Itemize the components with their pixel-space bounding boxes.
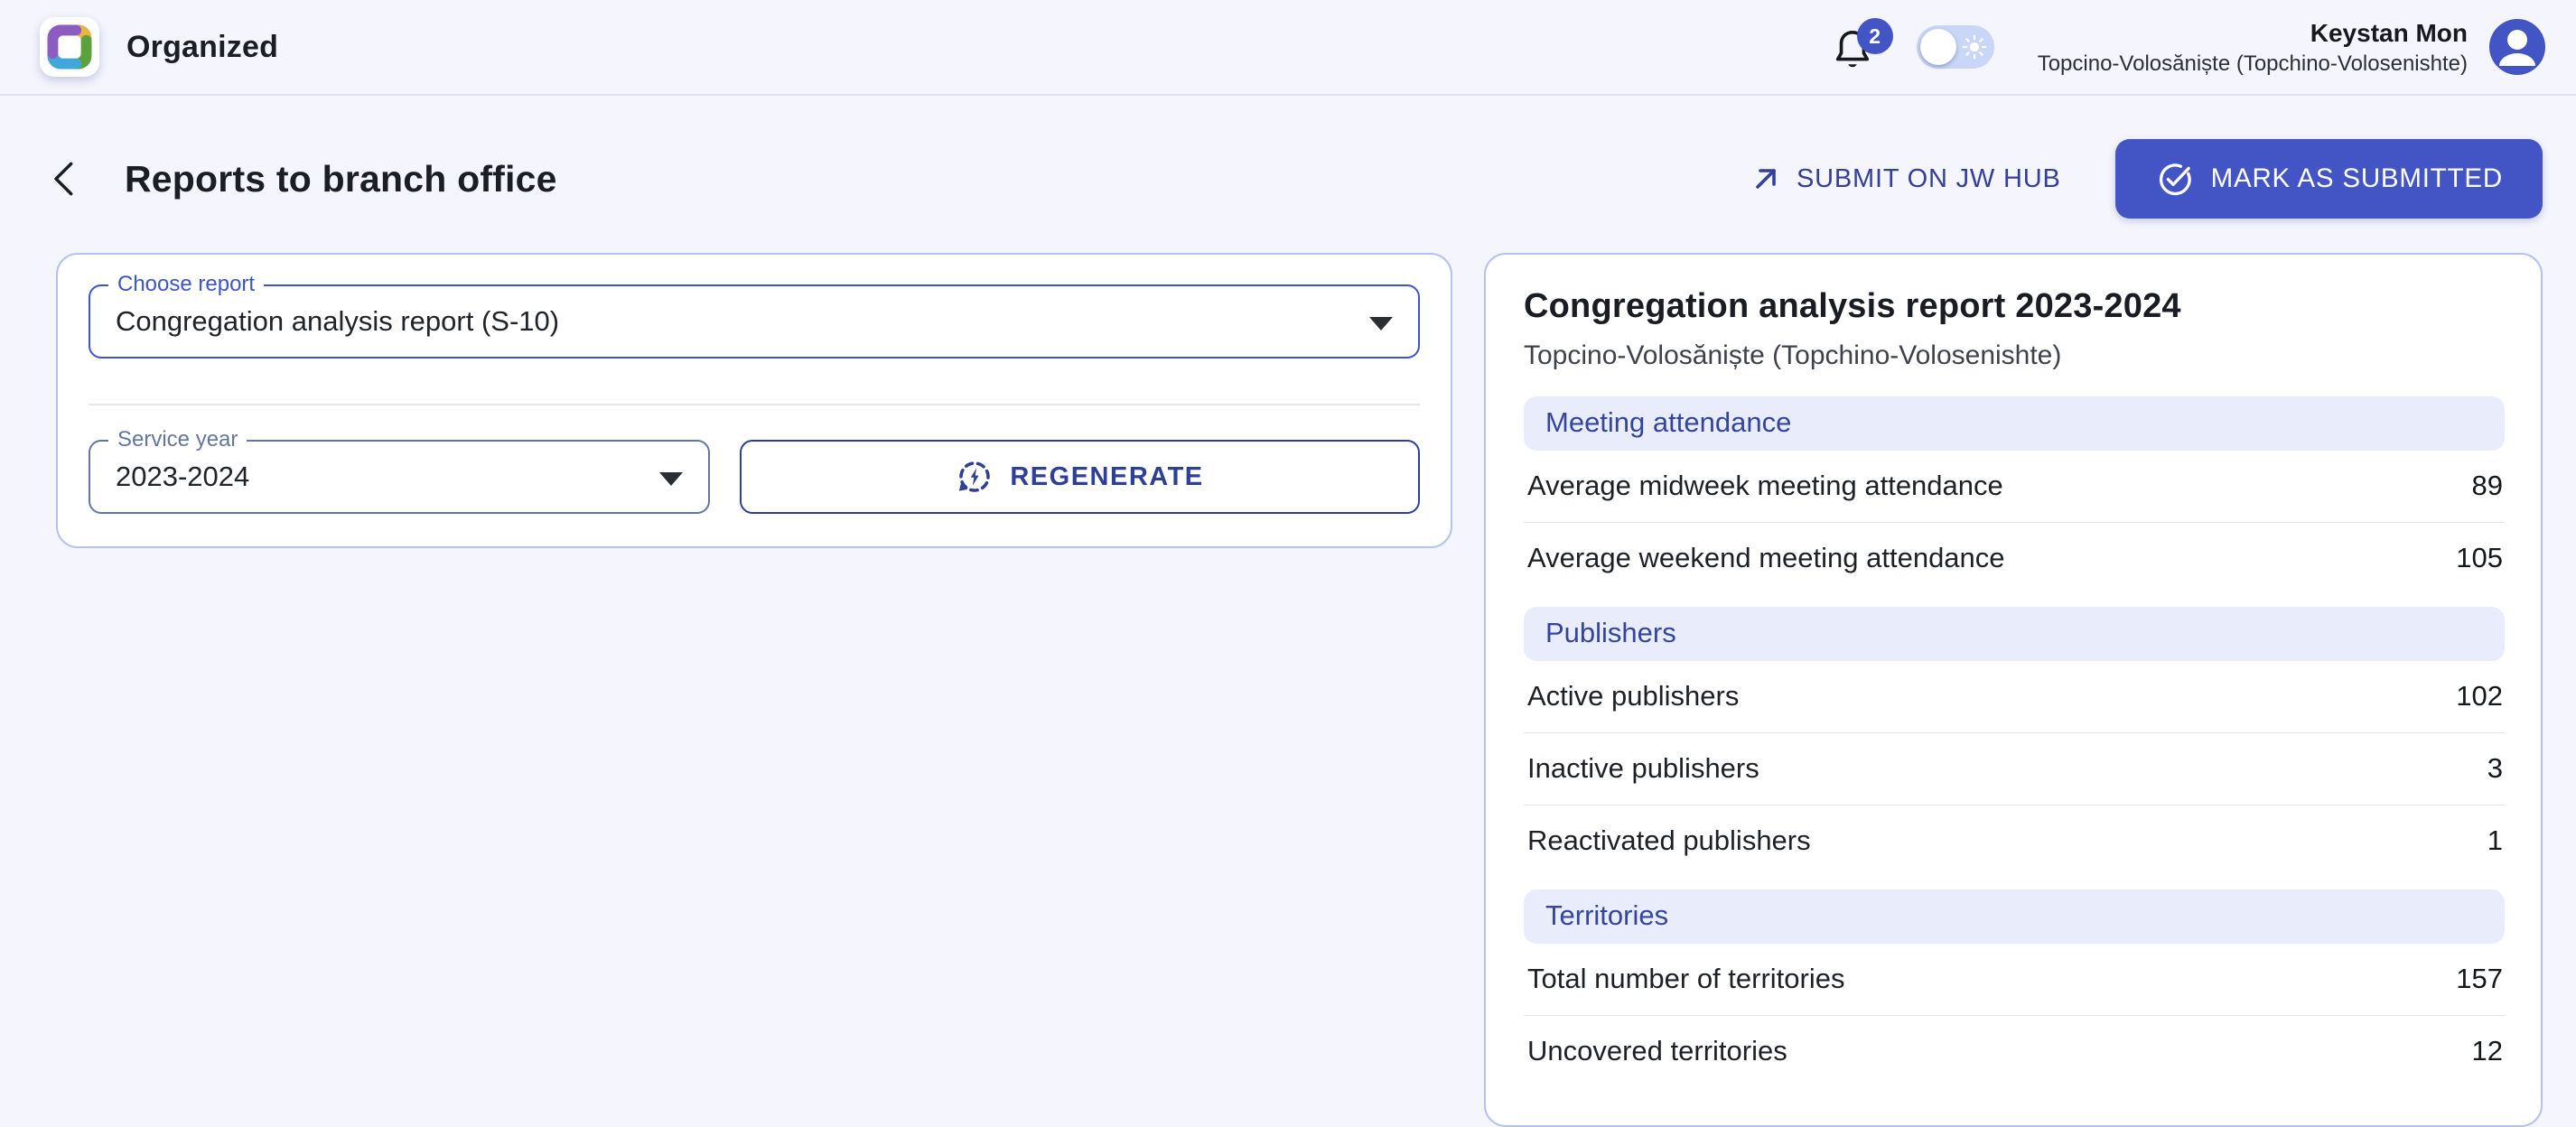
row-label: Average weekend meeting attendance (1527, 542, 2005, 574)
table-row: Uncovered territories 12 (1524, 1015, 2505, 1087)
regenerate-label: REGENERATE (1010, 462, 1203, 492)
chevron-down-icon (659, 472, 683, 486)
top-bar: Organized 2 Keystan Mon Topcino-Volosăni… (0, 0, 2576, 96)
app-logo[interactable] (40, 17, 99, 77)
avatar-button[interactable] (2489, 19, 2545, 75)
row-value: 89 (2472, 470, 2503, 502)
app-name: Organized (126, 30, 278, 65)
row-label: Uncovered territories (1527, 1035, 1787, 1067)
table-row: Total number of territories 157 (1524, 944, 2505, 1015)
row-label: Average midweek meeting attendance (1527, 470, 2003, 502)
service-year-label: Service year (108, 427, 247, 452)
check-circle-icon (2155, 160, 2193, 198)
notifications-button[interactable]: 2 (1832, 20, 1879, 74)
notification-badge: 2 (1857, 18, 1893, 54)
regenerate-icon (956, 458, 994, 496)
service-year-value: 2023-2024 (116, 461, 249, 493)
report-title: Congregation analysis report 2023-2024 (1524, 287, 2505, 326)
report-selection-card: Choose report Congregation analysis repo… (56, 253, 1452, 548)
page-header: Reports to branch office SUBMIT ON JW HU… (0, 96, 2576, 253)
toggle-knob (1920, 29, 1956, 65)
table-row: Active publishers 102 (1524, 661, 2505, 732)
person-icon (2489, 19, 2545, 75)
row-label: Total number of territories (1527, 963, 1844, 995)
user-name: Keystan Mon (2038, 17, 2468, 49)
row-value: 102 (2456, 680, 2503, 713)
row-value: 105 (2456, 542, 2503, 574)
user-info: Keystan Mon Topcino-Volosăniște (Topchin… (2038, 17, 2468, 78)
section-header-meeting-attendance: Meeting attendance (1524, 396, 2505, 451)
table-row: Reactivated publishers 1 (1524, 805, 2505, 877)
theme-toggle[interactable] (1917, 25, 1994, 69)
service-year-select[interactable]: Service year 2023-2024 (89, 440, 710, 514)
choose-report-select[interactable]: Choose report Congregation analysis repo… (89, 284, 1420, 359)
row-value: 157 (2456, 963, 2503, 995)
page-title: Reports to branch office (125, 158, 557, 200)
sun-icon (1962, 34, 1987, 60)
submit-on-jw-hub-button[interactable]: SUBMIT ON JW HUB (1744, 154, 2067, 204)
back-button[interactable] (42, 155, 89, 202)
table-row: Average midweek meeting attendance 89 (1524, 451, 2505, 522)
user-congregation: Topcino-Volosăniște (Topchino-Volosenish… (2038, 51, 2468, 78)
report-result-card: Congregation analysis report 2023-2024 T… (1484, 253, 2543, 1127)
organized-logo-icon (43, 21, 96, 73)
mark-as-submitted-button[interactable]: MARK AS SUBMITTED (2115, 139, 2543, 219)
submit-on-jw-hub-label: SUBMIT ON JW HUB (1797, 164, 2061, 194)
choose-report-label: Choose report (108, 272, 264, 297)
report-subtitle: Topcino-Volosăniște (Topchino-Volosenish… (1524, 340, 2505, 371)
row-label: Inactive publishers (1527, 752, 1759, 785)
chevron-left-icon (50, 161, 80, 197)
form-row: Service year 2023-2024 REGENERATE (89, 440, 1420, 514)
table-row: Inactive publishers 3 (1524, 732, 2505, 805)
regenerate-button[interactable]: REGENERATE (740, 440, 1420, 514)
table-row: Average weekend meeting attendance 105 (1524, 522, 2505, 594)
mark-as-submitted-label: MARK AS SUBMITTED (2211, 163, 2503, 194)
arrow-outward-icon (1750, 163, 1782, 195)
main-content: Choose report Congregation analysis repo… (0, 253, 2576, 1127)
chevron-down-icon (1369, 317, 1393, 331)
row-value: 3 (2487, 752, 2503, 785)
row-label: Reactivated publishers (1527, 824, 1811, 857)
section-header-publishers: Publishers (1524, 607, 2505, 661)
row-value: 1 (2487, 824, 2503, 857)
row-label: Active publishers (1527, 680, 1739, 713)
row-value: 12 (2472, 1035, 2503, 1067)
choose-report-value: Congregation analysis report (S-10) (116, 305, 559, 338)
divider (89, 404, 1420, 405)
section-header-territories: Territories (1524, 889, 2505, 944)
